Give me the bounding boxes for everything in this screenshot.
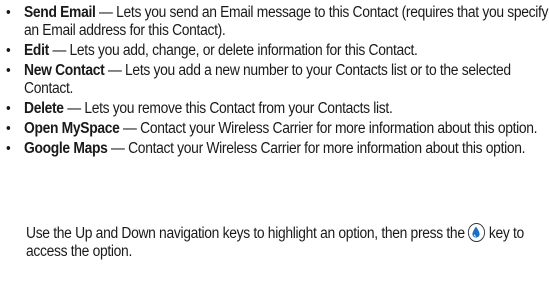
option-description: Contact your Wireless Carrier for more i… [128, 140, 526, 158]
list-item: • Open MySpace — Contact your Wireless C… [6, 120, 549, 138]
option-term: Google Maps [24, 140, 108, 158]
dash: — [107, 140, 129, 158]
contact-options-list: • Send Email — Lets you send an Email me… [6, 4, 549, 160]
ok-key-icon [468, 223, 486, 242]
bullet: • [6, 4, 11, 21]
list-item: • New Contact — Lets you add a new numbe… [6, 62, 549, 97]
option-term: Send Email [24, 4, 96, 21]
option-description: Lets you remove this Contact from your C… [84, 99, 393, 117]
navigation-instruction: Use the Up and Down navigation keys to h… [26, 223, 544, 260]
dash: — [48, 41, 70, 59]
instruction-text-before: Use the Up and Down navigation keys to h… [26, 225, 469, 242]
dash: — [63, 99, 85, 117]
dash: — [119, 119, 141, 137]
option-term: Delete [24, 99, 64, 117]
list-item: • Edit — Lets you add, change, or delete… [6, 42, 549, 60]
bullet: • [6, 119, 11, 137]
option-term: Open MySpace [24, 119, 120, 137]
bullet: • [6, 140, 11, 158]
document-page: • Send Email — Lets you send an Email me… [0, 0, 549, 281]
dash: — [104, 61, 126, 79]
bullet: • [6, 99, 11, 117]
option-description: Lets you add, change, or delete informat… [69, 41, 418, 59]
option-term: Edit [24, 41, 49, 59]
option-term: New Contact [24, 61, 105, 79]
list-item: • Send Email — Lets you send an Email me… [6, 4, 549, 39]
bullet: • [6, 41, 11, 59]
option-description: Contact your Wireless Carrier for more i… [140, 119, 538, 137]
dash: — [95, 4, 117, 21]
list-item: • Delete — Lets you remove this Contact … [6, 100, 549, 118]
bullet: • [6, 61, 11, 79]
list-item: • Google Maps — Contact your Wireless Ca… [6, 140, 549, 158]
